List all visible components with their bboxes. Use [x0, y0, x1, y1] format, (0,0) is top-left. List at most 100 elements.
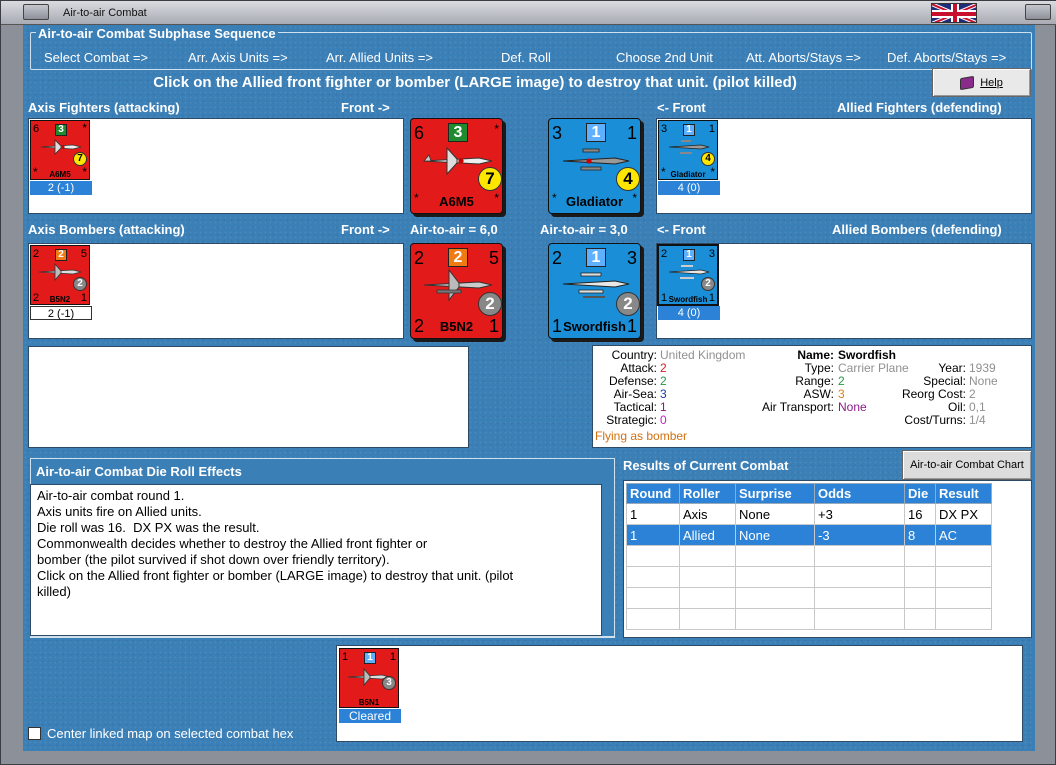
seq-step-att-aborts: Att. Aborts/Stays => [746, 50, 861, 65]
defense-label: Defense: [608, 374, 657, 388]
window-title: Air-to-air Combat [63, 7, 147, 19]
die-roll-textbox[interactable]: Air-to-air combat round 1. Axis units fi… [30, 484, 602, 636]
tactical-value: 1 [660, 400, 667, 414]
die-roll-title: Air-to-air Combat Die Roll Effects [36, 464, 242, 479]
reorg-value: 2 [969, 387, 976, 401]
table-row[interactable]: 1 Axis None +3 16 DX PX [626, 503, 992, 525]
strategic-value: 0 [660, 413, 667, 427]
allied-air-to-air-value: Air-to-air = 3,0 [540, 222, 628, 237]
counter-range-circle: 7 [478, 167, 502, 191]
title-bar: Air-to-air Combat [1, 1, 1056, 25]
a6m5-status: 2 (-1) [30, 181, 92, 195]
cell-surprise: None [735, 503, 815, 525]
axis-fighters-label: Axis Fighters (attacking) [28, 100, 180, 115]
counter-attack-square: 3 [55, 124, 67, 136]
asw-label: ASW: [803, 387, 834, 401]
table-row-selected[interactable]: 1 Allied None -3 8 AC [626, 524, 992, 546]
range-value: 2 [838, 374, 845, 388]
cost-value: 1/4 [969, 413, 986, 427]
window-menu-button[interactable] [23, 4, 49, 20]
counter-unit-name: A6M5 [49, 170, 71, 179]
allied-bomber-swordfish-counter[interactable]: 2 1 3 2 1 Swordfish 1 [657, 244, 719, 306]
allied-fighter-gladiator-counter[interactable]: 3 1 1 4 * * Gladiator [658, 120, 718, 180]
cleared-b5n1-counter[interactable]: 1 1 1 3 B5N1 [339, 648, 399, 708]
counter-attack-square: 1 [683, 124, 695, 136]
counter-attack-square: 1 [586, 123, 606, 142]
window-close-button[interactable] [1025, 4, 1051, 20]
counter-air-to-air-value: 2 [661, 248, 668, 260]
results-title: Results of Current Combat [623, 458, 789, 473]
counter-air-to-air-value: 3 [661, 123, 668, 135]
cell-roller: Axis [679, 503, 736, 525]
axis-fighter-a6m5-counter[interactable]: 6 3 * 7 * * A6M5 [30, 120, 90, 180]
col-round[interactable]: Round [626, 483, 680, 504]
allied-bombers-label: Allied Bombers (defending) [832, 222, 1002, 237]
front-left-label-1: <- Front [657, 100, 706, 115]
type-value: Carrier Plane [838, 361, 909, 375]
axis-front-fighter-a6m5[interactable]: 6 3 * 7 * * A6M5 [410, 118, 503, 214]
center-map-checkbox[interactable] [28, 727, 41, 740]
special-label: Special: [923, 374, 966, 388]
counter-unit-name: A6M5 [439, 194, 474, 209]
allied-front-fighter-gladiator[interactable]: 3 1 1 4 * * Gladiator [548, 118, 641, 214]
air-transport-value: None [838, 400, 867, 414]
counter-air-to-air-value: 1 [342, 651, 349, 663]
air-to-air-chart-button[interactable]: Air-to-air Combat Chart [902, 450, 1032, 480]
sequence-title: Air-to-air Combat Subphase Sequence [36, 26, 278, 41]
strategic-label: Strategic: [606, 413, 657, 427]
table-row-empty [626, 587, 992, 609]
col-result[interactable]: Result [935, 483, 992, 504]
uk-flag-icon [931, 3, 977, 23]
b5n1-status: Cleared [339, 709, 401, 723]
col-surprise[interactable]: Surprise [735, 483, 815, 504]
cell-odds: -3 [814, 524, 905, 546]
counter-air-to-air-value: 6 [33, 123, 40, 135]
counter-air-to-air-value: 2 [414, 248, 425, 268]
attack-label: Attack: [620, 361, 657, 375]
defense-value: 2 [660, 374, 667, 388]
counter-range-circle: 4 [616, 167, 640, 191]
counter-unit-name: Gladiator [670, 170, 706, 179]
counter-unit-name: B5N2 [49, 295, 71, 304]
counter-range-circle: 4 [701, 152, 715, 166]
seq-step-def-roll: Def. Roll [501, 50, 551, 65]
col-roller[interactable]: Roller [679, 483, 736, 504]
air-transport-label: Air Transport: [761, 400, 834, 414]
flying-as-text: Flying as bomber [595, 429, 688, 443]
counter-tactical-value: 1 [708, 123, 715, 135]
cost-label: Cost/Turns: [904, 413, 966, 427]
help-button[interactable]: Help [932, 68, 1031, 97]
instruction-text: Click on the Allied front fighter or bom… [153, 74, 797, 91]
counter-unit-name: B5N1 [358, 698, 380, 707]
counter-range-circle: 2 [478, 292, 502, 316]
counter-tactical-value: 5 [80, 248, 87, 260]
counter-unit-name: Gladiator [565, 194, 624, 209]
year-value: 1939 [969, 361, 996, 375]
counter-attack-square: 3 [448, 123, 468, 142]
unit-list-box[interactable] [28, 346, 469, 448]
die-roll-line: Commonwealth decides whether to destroy … [37, 536, 428, 567]
name-value: Swordfish [838, 348, 897, 362]
die-roll-line: Die roll was 16. DX PX was the result. [37, 520, 260, 535]
allied-front-bomber-swordfish[interactable]: 2 1 3 2 1 Swordfish 1 [548, 243, 641, 339]
die-roll-panel-bottom [30, 636, 615, 638]
special-value: None [969, 374, 998, 388]
cell-result: DX PX [935, 503, 992, 525]
counter-tactical-value: 3 [708, 248, 715, 260]
counter-range-circle: 3 [382, 676, 396, 690]
counter-air-to-air-value: 6 [414, 123, 425, 143]
axis-front-bomber-b5n2[interactable]: 2 2 5 2 2 1 B5N2 [410, 243, 503, 339]
table-row-empty [626, 566, 992, 588]
center-map-label[interactable]: Center linked map on selected combat hex [47, 726, 293, 741]
col-odds[interactable]: Odds [814, 483, 905, 504]
cell-round: 1 [626, 524, 680, 546]
counter-tactical-value: 1 [626, 123, 637, 143]
counter-tactical-value: 3 [626, 248, 637, 268]
counter-range-circle: 2 [73, 277, 87, 291]
cell-odds: +3 [814, 503, 905, 525]
counter-attack-square: 1 [586, 248, 606, 267]
col-die[interactable]: Die [904, 483, 936, 504]
axis-bomber-b5n2-counter[interactable]: 2 2 5 2 2 1 B5N2 [30, 245, 90, 305]
cell-die: 16 [904, 503, 936, 525]
eliminated-units-box[interactable] [336, 645, 1023, 742]
